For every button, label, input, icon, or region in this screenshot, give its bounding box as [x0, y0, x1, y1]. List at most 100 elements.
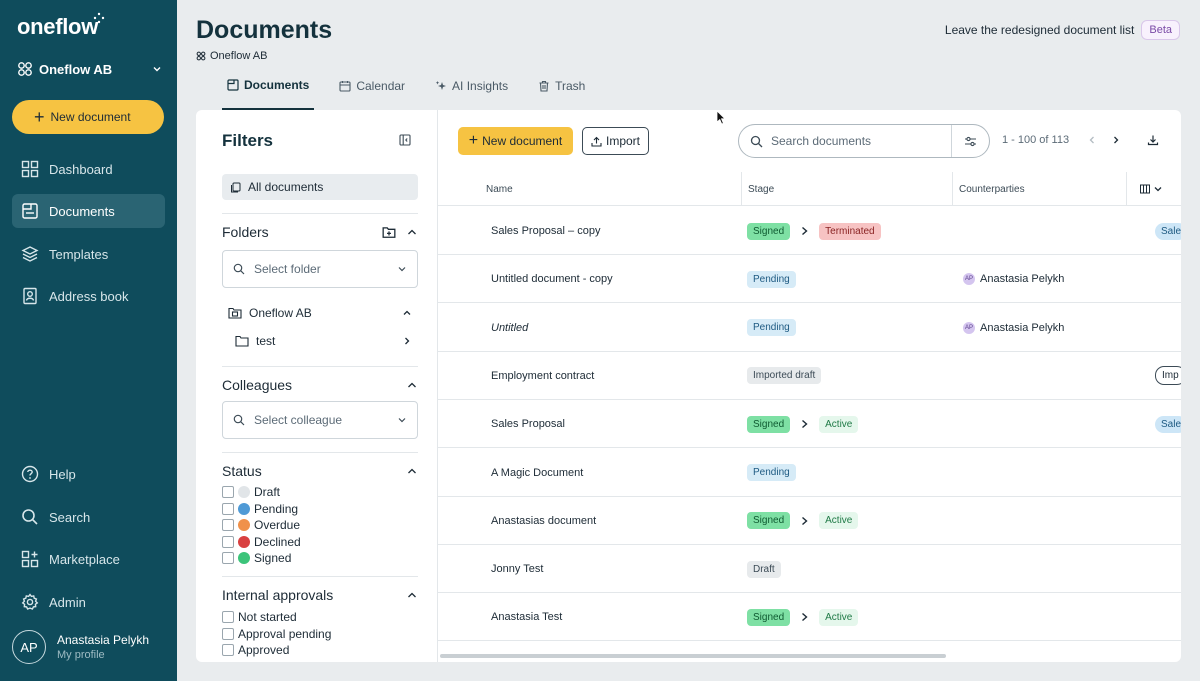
checkbox[interactable]	[222, 627, 234, 640]
profile-menu[interactable]: AP Anastasia Pelykh My profile	[12, 630, 149, 664]
sidebar-item-search[interactable]: Search	[12, 500, 165, 534]
table-row[interactable]: Jonny Test Draft	[438, 545, 1181, 594]
status-overdue-option[interactable]: Overdue	[222, 517, 418, 534]
column-header-stage[interactable]: Stage	[741, 172, 774, 206]
stage-cell: Pending	[747, 449, 796, 497]
chevron-left-icon[interactable]	[1087, 135, 1097, 145]
table-row[interactable]: Untitled document - copy Pending AP Anastas…	[438, 255, 1181, 304]
workspace-icon	[18, 62, 32, 76]
oneflow-logo[interactable]: oneflow	[17, 14, 98, 40]
chevron-up-icon[interactable]	[406, 226, 418, 238]
document-name[interactable]: Sales Proposal	[491, 400, 565, 448]
chevron-right-icon[interactable]	[402, 336, 412, 346]
folder-select[interactable]: Select folder	[222, 250, 418, 288]
redesign-label[interactable]: Leave the redesigned document list	[945, 23, 1134, 37]
sidebar-item-label: Search	[49, 509, 91, 525]
status-declined-option[interactable]: Declined	[222, 534, 418, 551]
table-row[interactable]: Sales Proposal Signed Active Sale	[438, 400, 1181, 449]
folder-tree-item-test[interactable]: test	[222, 332, 418, 350]
counterparty-cell[interactable]: AP Anastasia Pelykh	[963, 304, 1064, 352]
new-document-button[interactable]: + New document	[458, 127, 573, 155]
checkbox[interactable]	[222, 535, 234, 548]
document-name[interactable]: Untitled document - copy	[491, 255, 613, 303]
download-icon[interactable]	[1147, 134, 1159, 146]
tab-trash[interactable]: Trash	[533, 74, 590, 98]
approval-label: Approved	[238, 643, 290, 658]
table-row[interactable]: A Magic Document Pending	[438, 449, 1181, 497]
document-name[interactable]: Jonny Test	[491, 545, 543, 593]
table-row[interactable]: Employment contract Imported draft Imp	[438, 352, 1181, 400]
collapse-panel-icon[interactable]	[399, 134, 411, 146]
tag-cell: Sale	[1155, 207, 1181, 255]
import-button[interactable]: Import	[582, 127, 649, 155]
search-options-button[interactable]	[952, 135, 989, 148]
tab-label: Trash	[555, 79, 586, 93]
internal-approvals-header[interactable]: Internal approvals	[222, 586, 418, 604]
stage-cell: Pending	[747, 255, 796, 303]
counterparty-cell[interactable]: AP Anastasia Pelykh	[963, 255, 1064, 303]
tab-calendar[interactable]: Calendar	[334, 74, 410, 98]
sidebar-new-document-button[interactable]: + New document	[12, 100, 164, 134]
chevron-up-icon[interactable]	[402, 308, 412, 318]
table-row[interactable]: Anastasia Test Signed Active	[438, 593, 1181, 642]
status-signed-option[interactable]: Signed	[222, 550, 418, 567]
checkbox[interactable]	[222, 552, 234, 565]
status-pending-option[interactable]: Pending	[222, 501, 418, 518]
search-documents[interactable]: Search documents	[738, 124, 990, 158]
search-input[interactable]: Search documents	[771, 134, 951, 148]
checkbox[interactable]	[222, 611, 234, 624]
horizontal-scrollbar[interactable]	[440, 654, 946, 658]
mouse-cursor-icon	[716, 110, 726, 125]
all-documents-filter[interactable]: All documents	[222, 174, 418, 200]
table-row[interactable]: Untitled Pending AP Anastasia Pelykh	[438, 304, 1181, 352]
table-row[interactable]	[438, 642, 1181, 662]
document-name[interactable]: Untitled	[491, 304, 528, 352]
profile-sub: My profile	[57, 649, 105, 661]
colleagues-header[interactable]: Colleagues	[222, 376, 418, 394]
redesign-toggle[interactable]: Leave the redesigned document list Beta	[945, 20, 1180, 40]
folders-header[interactable]: Folders	[222, 223, 418, 241]
sidebar-item-admin[interactable]: Admin	[12, 585, 165, 619]
folders-title: Folders	[222, 224, 269, 240]
sidebar-item-marketplace[interactable]: Marketplace	[12, 542, 165, 576]
document-name[interactable]: A Magic Document	[491, 449, 583, 497]
tab-ai-insights[interactable]: AI Insights	[430, 74, 513, 98]
sidebar-item-address-book[interactable]: Address book	[12, 279, 165, 313]
document-name[interactable]: Anastasias document	[491, 497, 596, 545]
approval-approved-option[interactable]: Approved	[222, 642, 418, 659]
approval-pending-option[interactable]: Approval pending	[222, 626, 418, 643]
table-row[interactable]: Sales Proposal – copy Signed Terminated Sal…	[438, 207, 1181, 255]
status-draft-option[interactable]: Draft	[222, 484, 418, 501]
chevron-right-icon[interactable]	[1111, 135, 1121, 145]
status-dot	[238, 552, 250, 565]
checkbox[interactable]	[222, 519, 234, 532]
table-row[interactable]: Anastasias document Signed Active	[438, 497, 1181, 545]
folder-icon	[235, 335, 249, 347]
sidebar-item-documents[interactable]: Documents	[12, 194, 165, 228]
sidebar-item-dashboard[interactable]: Dashboard	[12, 152, 165, 186]
add-folder-icon[interactable]	[382, 225, 396, 239]
document-name[interactable]: Employment contract	[491, 352, 594, 400]
checkbox[interactable]	[222, 502, 234, 515]
column-header-name[interactable]: Name	[480, 172, 513, 206]
column-header-counterparties[interactable]: Counterparties	[952, 172, 1025, 206]
colleague-select[interactable]: Select colleague	[222, 401, 418, 439]
checkbox[interactable]	[222, 644, 234, 657]
workspace-selector[interactable]: Oneflow AB	[17, 60, 162, 78]
chevron-up-icon[interactable]	[406, 379, 418, 391]
document-name[interactable]: Anastasia Test	[491, 593, 562, 641]
sidebar-item-templates[interactable]: Templates	[12, 237, 165, 271]
status-header[interactable]: Status	[222, 462, 418, 480]
tab-documents[interactable]: Documents	[222, 74, 315, 110]
chevron-up-icon[interactable]	[406, 589, 418, 601]
checkbox[interactable]	[222, 486, 234, 499]
chevron-up-icon[interactable]	[406, 465, 418, 477]
folder-tree-item-oneflow[interactable]: Oneflow AB	[222, 304, 418, 322]
sidebar-item-help[interactable]: Help	[12, 457, 165, 491]
document-name[interactable]: Sales Proposal – copy	[491, 207, 600, 255]
status-section: Status Draft Pending Overdue Declined Si…	[222, 452, 418, 567]
approval-not-started-option[interactable]: Not started	[222, 609, 418, 626]
column-settings-button[interactable]	[1126, 172, 1181, 206]
search-icon	[233, 263, 245, 275]
status-label: Signed	[254, 551, 292, 566]
